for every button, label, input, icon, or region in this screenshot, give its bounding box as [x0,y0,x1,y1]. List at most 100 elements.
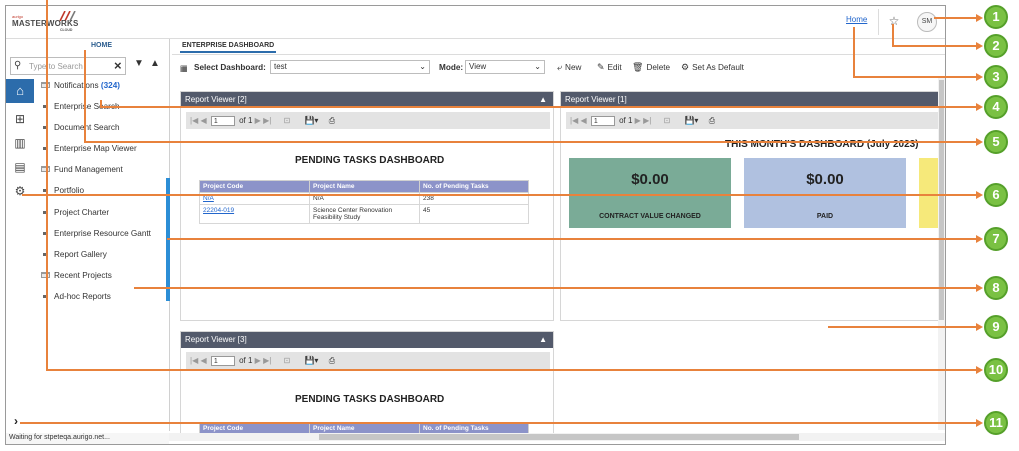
expand-panel-chevron-icon[interactable]: › [14,414,18,428]
first-page-icon[interactable]: |◀ [570,116,578,125]
set-as-default-button[interactable]: ⚙ Set As Default [681,62,744,73]
callout-badge: 6 [984,183,1008,207]
nav-item-ad-hoc-reports[interactable]: Ad-hoc Reports [40,291,170,312]
last-page-icon[interactable]: ▶| [643,116,651,125]
print-icon[interactable]: ⎙ [329,356,335,365]
callout-line [84,141,978,143]
browser-frame: aurigo MASTERWORKS CLOUD Home ☆ SM HOME … [5,5,946,445]
print-icon[interactable]: ⎙ [709,116,715,125]
app-logo[interactable]: aurigo MASTERWORKS CLOUD [12,11,78,35]
chevron-up-icon[interactable]: ▲ [150,58,160,69]
prev-page-icon[interactable]: ◀ [200,116,206,125]
table-cell: 22204-019 [199,204,310,224]
logo-brand-sub: CLOUD [60,28,73,32]
callout-line [828,326,978,328]
horizontal-scrollbar[interactable] [169,433,945,441]
rail-home-button[interactable]: ⌂ [6,79,34,103]
new-button[interactable]: ⤶ New [557,62,581,73]
nav-item-portfolio[interactable]: Portfolio [40,185,170,206]
viewer-header[interactable]: Report Viewer [3] ▲ [181,332,553,348]
kpi-caption: PAID [816,213,834,220]
tab-enterprise-dashboard[interactable]: ENTERPRISE DASHBOARD [180,39,277,53]
mode-dropdown[interactable]: View ⌄ [465,60,545,74]
callout-badge: 10 [984,358,1008,382]
first-page-icon[interactable]: |◀ [190,116,198,125]
prev-page-icon[interactable]: ◀ [200,356,206,365]
page-count: of 1 [239,356,253,365]
callout-line [892,45,978,47]
column-header[interactable]: No. of Pending Tasks [419,180,529,193]
callout-badge: 11 [984,411,1008,435]
next-page-icon[interactable]: ▶ [255,356,261,365]
dashboard-icon: ▦ [180,64,188,73]
callout-line [84,50,86,142]
report-toolbar: |◀ ◀ 1 of 1 ▶ ▶| ⊡ 💾▾ ⎙ [186,112,550,129]
dashboard-icon[interactable]: ▤ [10,157,30,177]
user-avatar[interactable]: SM [917,12,937,32]
page-number-input[interactable]: 1 [590,115,615,126]
callout-arrow [976,42,983,50]
callout-arrow [976,103,983,111]
gear-icon[interactable]: ⚙ [10,181,30,201]
home-tab[interactable]: HOME [34,39,169,53]
next-page-icon[interactable]: ▶ [635,116,641,125]
search-input[interactable] [29,60,99,72]
status-bar: Waiting for stpeteqa.aurigo.net... [6,433,169,444]
nav-item-label: Enterprise Map Viewer [54,144,137,154]
zoom-icon[interactable]: ⊡ [284,356,291,365]
next-page-icon[interactable]: ▶ [255,116,261,125]
project-code-link[interactable]: N/A [203,195,214,202]
callout-line [46,369,978,371]
home-link[interactable]: Home [846,15,867,24]
nav-item-project-charter[interactable]: Project Charter [40,207,170,228]
nav-item-notifications[interactable]: Notifications (324) [40,80,170,101]
clear-search-icon[interactable]: × [114,58,122,74]
prev-page-icon[interactable]: ◀ [580,116,586,125]
select-dashboard-value: test [274,62,287,71]
column-header[interactable]: Project Name [309,180,420,193]
report-toolbar: |◀ ◀ 1 of 1 ▶ ▶| ⊡ 💾▾ ⎙ [186,352,550,369]
kpi-amount: $0.00 [631,171,669,188]
nav-item-enterprise-search[interactable]: Enterprise Search [40,101,170,122]
vertical-scrollbar[interactable] [938,78,945,430]
save-icon[interactable]: 💾▾ [684,116,698,125]
callout-badge: 3 [984,65,1008,89]
print-icon[interactable]: ⎙ [329,116,335,125]
last-page-icon[interactable]: ▶| [263,356,271,365]
last-page-icon[interactable]: ▶| [263,116,271,125]
reports-icon[interactable]: ▥ [10,133,30,153]
hierarchy-icon[interactable]: ⊞ [10,109,30,129]
save-icon[interactable]: 💾▾ [304,356,318,365]
viewer-title: Report Viewer [1] [565,95,627,104]
favorite-star-icon[interactable]: ☆ [887,14,901,28]
left-navigation-panel: HOME ⚲ × ▼ ▲ ⌂ ⊞ ▥ ▤ ⚙ Notifications (32… [6,39,170,429]
save-icon[interactable]: 💾▾ [304,116,318,125]
select-dashboard-dropdown[interactable]: test ⌄ [270,60,430,74]
scrollbar-thumb[interactable] [319,434,799,440]
nav-item-report-gallery[interactable]: Report Gallery [40,249,170,270]
first-page-icon[interactable]: |◀ [190,356,198,365]
nav-item-enterprise-resource-gantt[interactable]: Enterprise Resource Gantt [40,228,170,249]
nav-item-fund-management[interactable]: Fund Management [40,164,170,185]
page-number-input[interactable]: 1 [210,115,235,126]
nav-item-label: Document Search [54,123,120,133]
zoom-icon[interactable]: ⊡ [284,116,291,125]
project-code-link[interactable]: 22204-019 [203,207,234,214]
viewer-title: Report Viewer [3] [185,335,247,344]
column-header[interactable]: Project Code [199,180,310,193]
collapse-triangle-icon[interactable]: ▲ [539,332,547,348]
nav-item-enterprise-map-viewer[interactable]: Enterprise Map Viewer [40,143,170,164]
divider [878,9,879,35]
nav-item-label: Notifications [54,81,99,90]
edit-label: Edit [607,63,622,72]
table-row: 22204-019 Science Center Renovation Feas… [199,204,529,224]
select-dashboard-label: Select Dashboard: [194,63,266,72]
chevron-down-icon[interactable]: ▼ [134,58,144,69]
edit-button[interactable]: ✎ Edit [597,62,622,73]
nav-item-label: Project Charter [54,207,110,217]
nav-item-label: Enterprise Resource Gantt [54,228,151,238]
zoom-icon[interactable]: ⊡ [664,116,671,125]
scrollbar-thumb[interactable] [939,80,944,320]
page-number-input[interactable]: 1 [210,355,235,366]
delete-button[interactable]: 🗑 Delete [632,62,670,73]
